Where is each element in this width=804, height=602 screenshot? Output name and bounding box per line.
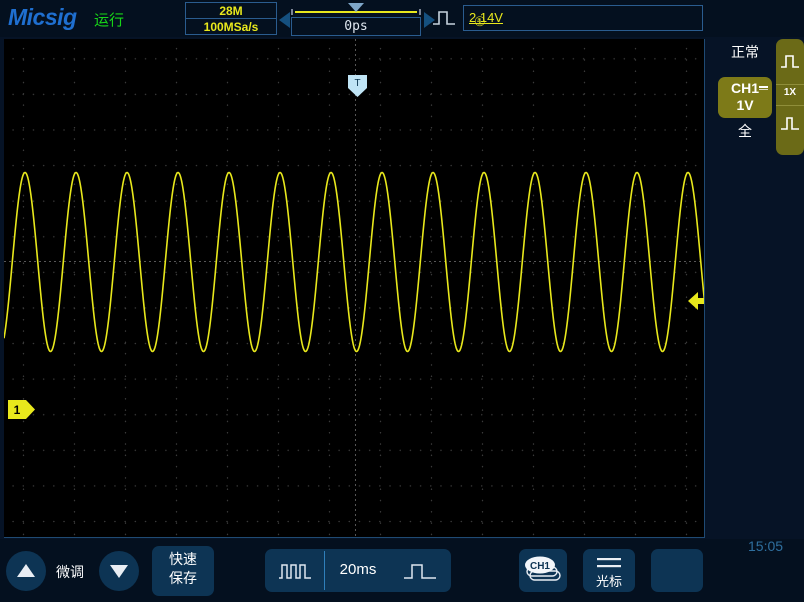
rising-edge-pulse-icon[interactable] — [432, 8, 456, 28]
triangle-down-icon — [348, 3, 364, 12]
dc-coupling-icon — [759, 86, 768, 88]
cursor-label: 光标 — [595, 575, 622, 590]
ch1-name: CH1 — [730, 80, 759, 96]
sample-rate-value: 100MSa/s — [203, 20, 259, 34]
cursor-button[interactable]: 光标 — [583, 549, 635, 592]
measurement-readout: 正脉宽:10.02ms — [28, 536, 120, 537]
ch1-ground-level-marker[interactable]: 1 — [8, 400, 36, 419]
fine-tune-label: 微调 — [56, 565, 84, 581]
arrow-left-icon[interactable] — [688, 292, 705, 310]
quick-save-line1: 快速 — [169, 552, 197, 568]
fine-increase-button[interactable] — [6, 551, 46, 591]
stacked-cards-icon: CH1 — [525, 556, 561, 581]
waveform-display-area[interactable]: T 1 正脉宽:10.02ms — [4, 39, 705, 538]
run-status-label[interactable]: 运行 — [94, 9, 124, 30]
pulse-single-icon[interactable] — [403, 559, 437, 583]
divider — [776, 84, 804, 85]
triangle-up-icon — [17, 564, 35, 577]
two-horizontal-lines-icon — [597, 558, 621, 568]
probe-gain-value: 1X — [783, 87, 797, 98]
timebase-position-value[interactable]: 0ps — [291, 17, 421, 36]
probe-attenuation-control[interactable]: 1X — [776, 39, 804, 155]
caret-left-icon[interactable] — [279, 12, 290, 28]
trigger-marker-letter: T — [354, 78, 360, 89]
pulse-train-icon[interactable] — [278, 559, 312, 583]
timebase-value: 20ms — [339, 561, 377, 578]
trigger-level-readout[interactable]: ① 2.14V — [463, 5, 703, 31]
channel-selector-button[interactable]: CH1 — [519, 549, 567, 592]
pulse-narrow-icon[interactable] — [780, 114, 800, 134]
pulse-wide-icon[interactable] — [780, 52, 800, 72]
trigger-mode-label: 正常 — [731, 45, 759, 61]
top-header-bar: Micsig 运行 28M 100MSa/s 0ps ① 2.14V — [0, 0, 804, 37]
bandwidth-label: 全 — [738, 124, 752, 140]
clock-label: 15:05 — [748, 538, 784, 554]
timebase-control-group[interactable]: 20ms — [265, 549, 451, 592]
sidebar-item-ch1[interactable]: CH1 1V — [718, 77, 772, 118]
trigger-level-text: ① 2.14V — [469, 10, 503, 29]
fine-decrease-button[interactable] — [99, 551, 139, 591]
dc-coupling-icon-lower — [759, 89, 768, 90]
memory-depth-value: 28M — [186, 3, 276, 19]
quick-save-button[interactable]: 快速 保存 — [152, 546, 214, 596]
right-sidebar: 正常 全 CH1 1V 1X CH2 Level — [706, 37, 804, 538]
brand-logo: Micsig — [8, 4, 77, 30]
timebase-position-control[interactable]: 0ps — [291, 2, 421, 36]
watermark-button — [651, 549, 703, 592]
trigger-source-marker: ① — [474, 14, 486, 29]
acquisition-info-box[interactable]: 28M 100MSa/s — [185, 2, 277, 35]
ch1-scale: 1V — [736, 97, 754, 113]
bottom-toolbar: 微调 快速 保存 20ms CH1 光标 15:05 — [0, 538, 804, 602]
ch1-marker-number: 1 — [14, 403, 21, 417]
channel-selector-label: CH1 — [530, 561, 550, 572]
triangle-down-icon — [110, 565, 128, 578]
ch1-waveform-trace — [4, 171, 704, 353]
trigger-position-marker[interactable]: T — [348, 75, 367, 97]
oscilloscope-screen: Micsig 运行 28M 100MSa/s 0ps ① 2.14V T 1 正… — [0, 0, 804, 602]
divider-lower — [776, 105, 804, 106]
divider-right — [391, 551, 392, 590]
quick-save-line2: 保存 — [169, 571, 197, 587]
